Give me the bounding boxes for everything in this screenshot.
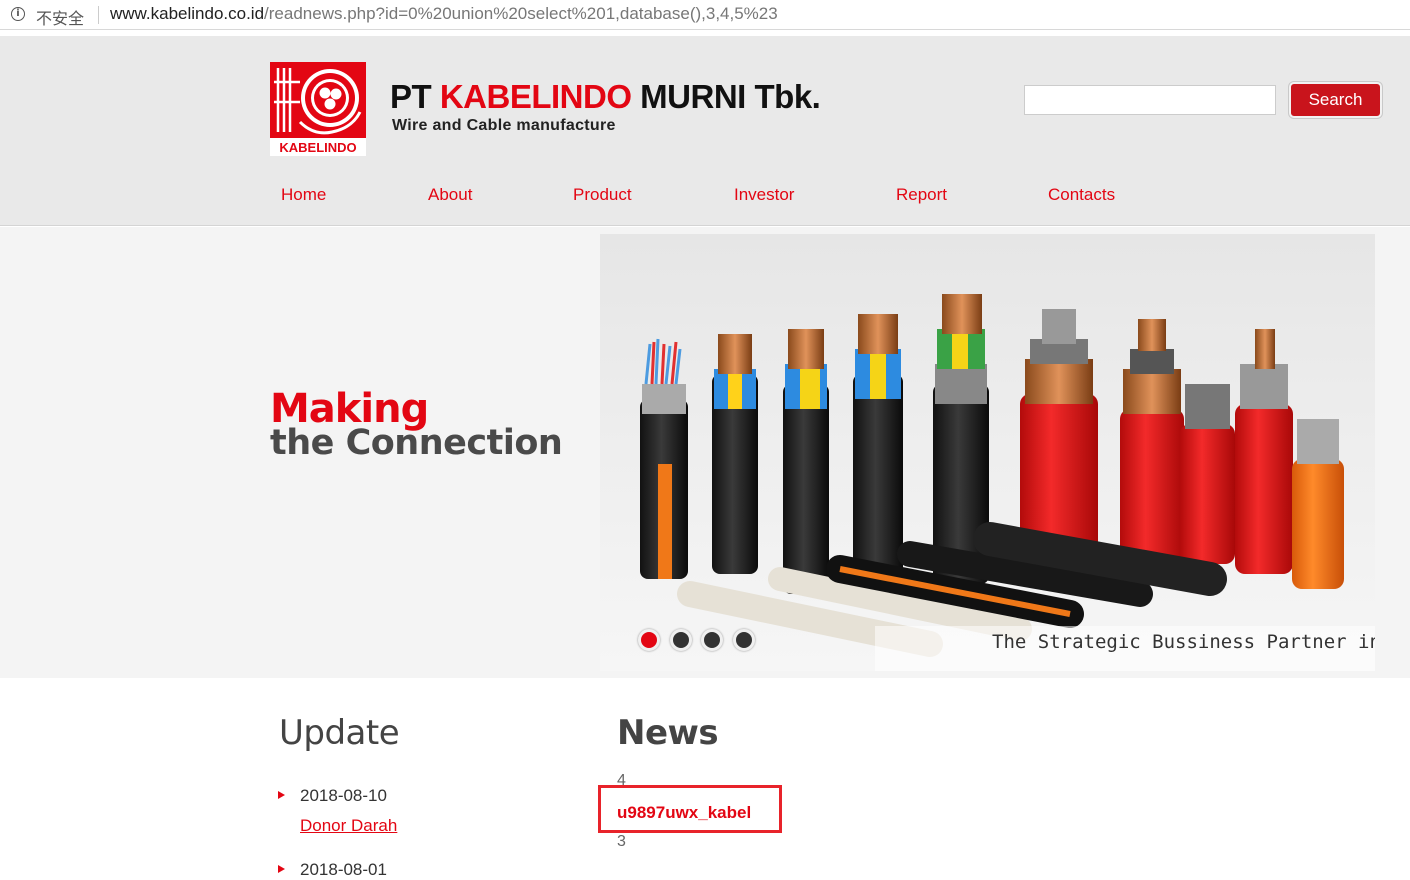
slide-dot-2[interactable] xyxy=(670,629,692,651)
news-title-link[interactable]: u9897uwx_kabel xyxy=(617,803,751,823)
brand-highlight: KABELINDO xyxy=(439,78,632,115)
slide-dot-1[interactable] xyxy=(638,629,660,651)
url-host: www.kabelindo.co.id xyxy=(110,4,265,23)
nav-investor[interactable]: Investor xyxy=(734,185,794,205)
nav-contacts[interactable]: Contacts xyxy=(1048,185,1115,205)
divider xyxy=(98,6,99,24)
logo-text: KABELINDO xyxy=(279,140,356,155)
update-date: 2018-08-01 xyxy=(300,860,387,879)
news-field-value: 3 xyxy=(617,833,626,850)
nav-home[interactable]: Home xyxy=(281,185,326,205)
hero-subheadline: the Connection xyxy=(270,423,563,463)
url-path: /readnews.php?id=0%20union%20select%201,… xyxy=(264,4,778,23)
site-header: KABELINDO PT KABELINDO MURNI Tbk. Wire a… xyxy=(0,36,1410,226)
slide-dot-3[interactable] xyxy=(701,629,723,651)
address-bar[interactable]: i 不安全 www.kabelindo.co.id/readnews.php?i… xyxy=(0,0,1410,30)
search-button[interactable]: Search xyxy=(1289,82,1382,118)
slide-dot-4[interactable] xyxy=(733,629,755,651)
news-heading: News xyxy=(617,713,719,753)
slide-caption: The Strategic Bussiness Partner in Indon… xyxy=(875,626,1375,671)
cable-slideshow[interactable]: The Strategic Bussiness Partner in Indon… xyxy=(600,234,1375,671)
info-icon[interactable]: i xyxy=(11,7,25,21)
update-link[interactable]: Donor Darah xyxy=(300,816,397,836)
brand-prefix: PT xyxy=(390,78,440,115)
company-name: PT KABELINDO MURNI Tbk. xyxy=(390,78,821,116)
arrow-bullet-icon xyxy=(278,791,285,799)
cables-photo xyxy=(600,234,1375,671)
brand-suffix: MURNI Tbk. xyxy=(631,78,821,115)
nav-report[interactable]: Report xyxy=(896,185,947,205)
kabelindo-logo[interactable]: KABELINDO xyxy=(270,62,366,156)
url-text[interactable]: www.kabelindo.co.id/readnews.php?id=0%20… xyxy=(110,4,778,24)
update-heading: Update xyxy=(279,713,400,753)
search-input[interactable] xyxy=(1024,85,1276,115)
tagline: Wire and Cable manufacture xyxy=(392,117,616,134)
update-date: 2018-08-10 xyxy=(300,786,387,805)
hero-banner: Making the Connection The Strategic Buss… xyxy=(0,227,1410,678)
nav-product[interactable]: Product xyxy=(573,185,632,205)
arrow-bullet-icon xyxy=(278,865,285,873)
nav-about[interactable]: About xyxy=(428,185,472,205)
security-label[interactable]: 不安全 xyxy=(36,5,84,29)
